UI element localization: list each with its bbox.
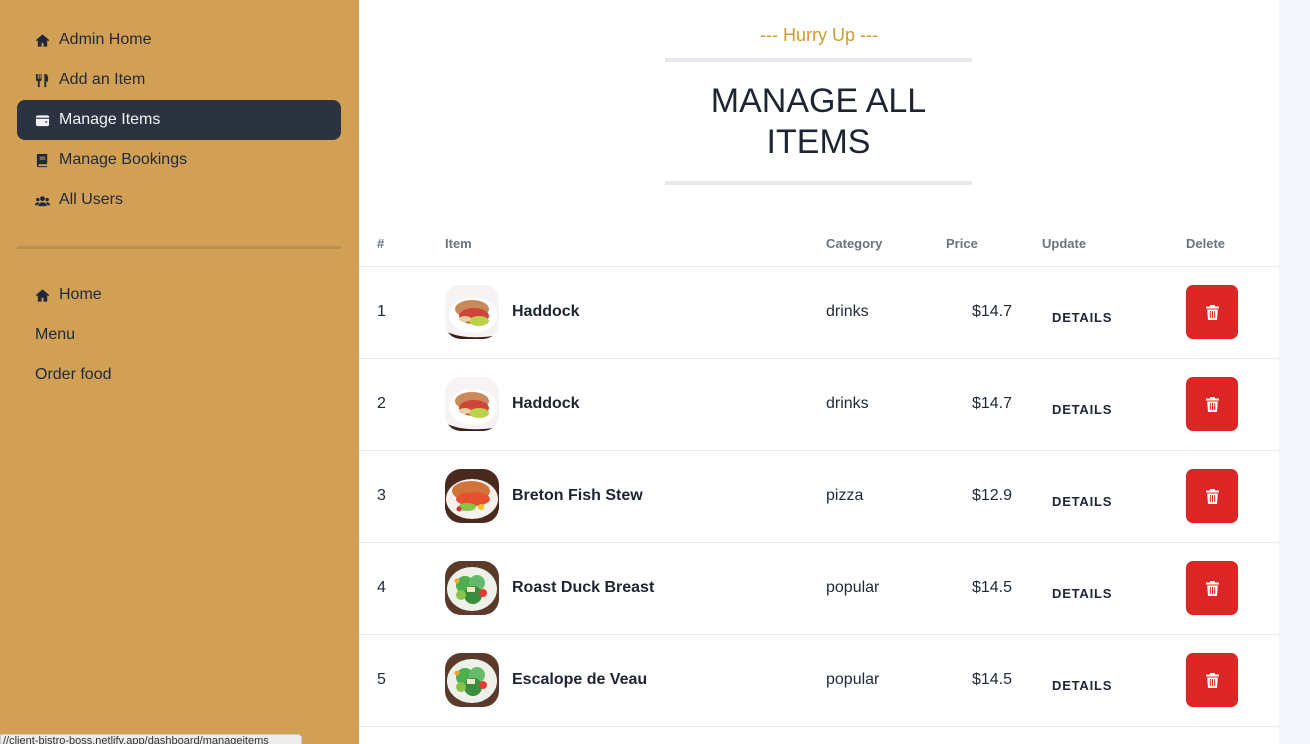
delete-button[interactable] [1186,561,1238,615]
sidebar-item-manage-bookings[interactable]: Manage Bookings [17,140,341,180]
item-thumbnail [445,653,499,707]
items-table: # Item Category Price Update Delete 1 Ha… [359,222,1279,727]
sidebar-item-home[interactable]: Home [17,275,341,315]
item-category: drinks [826,358,946,451]
table-row: 2 Haddock drinks $14.7 DETAILS [359,358,1279,451]
sidebar-item-all-users[interactable]: All Users [17,180,341,220]
column-header-price: Price [946,222,1042,267]
delete-button[interactable] [1186,653,1238,707]
item-thumbnail [445,285,499,339]
item-name: Roast Duck Breast [512,579,655,596]
sidebar-item-manage-items[interactable]: Manage Items [17,100,341,140]
sidebar-item-label: Home [59,286,102,303]
sidebar-item-label: Add an Item [59,71,146,88]
row-number: 4 [359,542,445,635]
section-subtitle: --- Hurry Up --- [760,25,878,45]
page-title: MANAGE ALL ITEMS [710,81,927,161]
item-thumbnail [445,377,499,431]
sidebar-item-add-item[interactable]: Add an Item [17,60,341,100]
home-icon [35,288,50,303]
utensils-icon [35,73,50,88]
sidebar-item-order-food[interactable]: Order food [17,355,341,395]
row-number: 5 [359,634,445,727]
item-cell: Roast Duck Breast [445,561,826,615]
item-name: Escalope de Veau [512,671,648,688]
delete-button[interactable] [1186,285,1238,339]
item-category: popular [826,542,946,635]
link-status-bar: //client-bistro-boss.netlify.app/dashboa… [0,734,302,744]
row-number: 3 [359,450,445,543]
column-header-category: Category [826,222,946,267]
details-button[interactable]: DETAILS [1042,574,1112,601]
sidebar-item-label: Menu [35,326,76,343]
item-name: Breton Fish Stew [512,487,643,504]
item-name: Haddock [512,303,580,320]
item-thumbnail [445,469,499,523]
trash-icon [1205,580,1219,596]
sidebar-item-label: Manage Items [59,111,161,128]
item-name: Haddock [512,395,580,412]
book-icon [35,153,50,168]
delete-button[interactable] [1186,469,1238,523]
item-category: drinks [826,266,946,359]
item-price: $14.5 [946,542,1042,635]
table-row: 1 Haddock drinks $14.7 DETAILS [359,266,1279,359]
item-price: $14.7 [946,358,1042,451]
column-header-number: # [359,222,445,267]
item-thumbnail [445,561,499,615]
row-number: 2 [359,358,445,451]
table-header-row: # Item Category Price Update Delete [359,222,1279,267]
sidebar-item-label: Order food [35,366,112,383]
column-header-delete: Delete [1186,222,1279,267]
table-row: 3 Breton Fish Stew pizza $12.9 DETAILS [359,450,1279,543]
item-price: $14.7 [946,266,1042,359]
details-button[interactable]: DETAILS [1042,482,1112,509]
sidebar: Admin Home Add an Item Manage Items Mana… [0,0,359,744]
delete-button[interactable] [1186,377,1238,431]
table-row: 5 Escalope de Veau popular $14.5 DETAILS [359,634,1279,727]
main-content: --- Hurry Up --- MANAGE ALL ITEMS # Item… [359,0,1279,744]
sidebar-item-label: Manage Bookings [59,151,188,168]
sidebar-item-menu[interactable]: Menu [17,315,341,355]
trash-icon [1205,396,1219,412]
sidebar-item-admin-home[interactable]: Admin Home [17,20,341,60]
item-price: $14.5 [946,634,1042,727]
details-button[interactable]: DETAILS [1042,298,1112,325]
item-category: popular [826,634,946,727]
trash-icon [1205,304,1219,320]
users-icon [35,193,50,208]
wallet-icon [35,113,50,128]
item-cell: Breton Fish Stew [445,469,826,523]
sidebar-item-label: All Users [59,191,124,208]
item-cell: Haddock [445,377,826,431]
sidebar-secondary-nav: Home Menu Order food [0,275,359,395]
column-header-item: Item [445,222,826,267]
item-price: $12.9 [946,450,1042,543]
row-number: 1 [359,266,445,359]
table-row: 4 Roast Duck Breast popular $14.5 DETAIL… [359,542,1279,635]
trash-icon [1205,672,1219,688]
trash-icon [1205,488,1219,504]
item-cell: Haddock [445,285,826,339]
item-cell: Escalope de Veau [445,653,826,707]
home-icon [35,33,50,48]
details-button[interactable]: DETAILS [1042,390,1112,417]
sidebar-divider [17,246,341,249]
sidebar-primary-nav: Admin Home Add an Item Manage Items Mana… [0,20,359,220]
column-header-update: Update [1042,222,1186,267]
item-category: pizza [826,450,946,543]
page-title-box: MANAGE ALL ITEMS [665,58,972,185]
sidebar-item-label: Admin Home [59,31,152,48]
details-button[interactable]: DETAILS [1042,666,1112,693]
